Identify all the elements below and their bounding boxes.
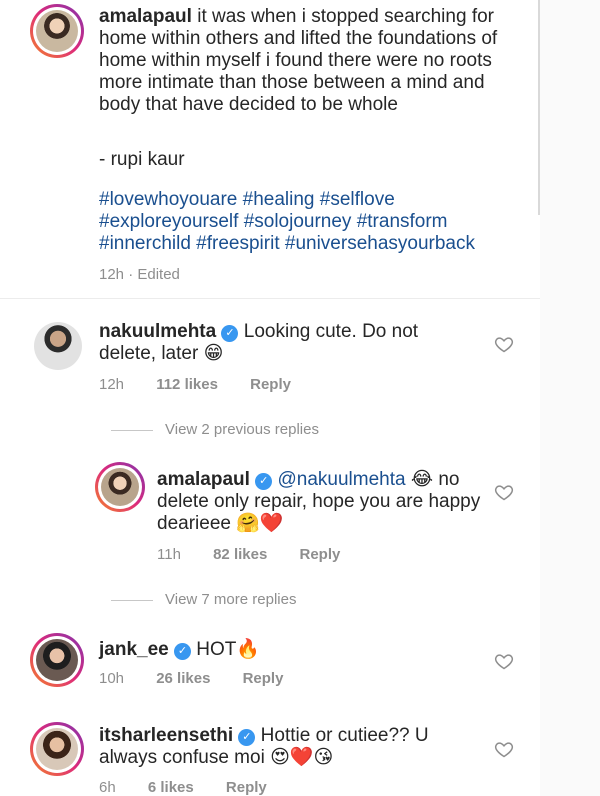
like-heart-icon[interactable] [494, 334, 514, 354]
like-heart-icon[interactable] [494, 739, 514, 759]
comment-body: HOT🔥 [196, 639, 261, 660]
comment-text: itsharleensethi ✓ Hottie or cutiee?? U a… [99, 725, 439, 769]
dash-divider [111, 599, 153, 601]
caption-avatar[interactable] [30, 4, 84, 58]
reply-button[interactable]: Reply [243, 670, 284, 687]
comment-avatar[interactable] [30, 722, 84, 776]
verified-badge-icon: ✓ [174, 643, 192, 660]
view-more-replies-label: View 7 more replies [165, 591, 297, 608]
reply-button[interactable]: Reply [226, 779, 267, 796]
comment-username[interactable]: nakuulmehta [99, 321, 216, 342]
reply-text: amalapaul ✓ @nakuulmehta 😂 no delete onl… [157, 469, 487, 535]
reply-meta: 11h 82 likes Reply [157, 546, 368, 563]
comment-time: 12h [99, 376, 125, 393]
comment-username[interactable]: itsharleensethi [99, 725, 233, 746]
caption-block: amalapaul it was when i stopped searchin… [0, 0, 540, 300]
comment-likes[interactable]: 26 likes [156, 670, 210, 687]
comment-text: nakuulmehta ✓ Looking cute. Do not delet… [99, 321, 459, 365]
reply-avatar[interactable] [95, 462, 145, 512]
comment-likes[interactable]: 112 likes [156, 376, 218, 393]
comment-likes[interactable]: 6 likes [148, 779, 194, 796]
row-divider [0, 298, 540, 299]
reply-button[interactable]: Reply [250, 376, 291, 393]
comment-avatar[interactable] [30, 633, 84, 687]
reply-username[interactable]: amalapaul [157, 469, 250, 490]
comment-text: jank_ee ✓ HOT🔥 [99, 639, 459, 661]
view-previous-replies[interactable]: View 2 previous replies [111, 421, 319, 438]
like-heart-icon[interactable] [494, 651, 514, 671]
comment-time: 10h [99, 670, 125, 687]
comment-time: 6h [99, 779, 116, 796]
dash-divider [111, 429, 153, 431]
view-more-replies[interactable]: View 7 more replies [111, 591, 296, 608]
comment-meta: 10h 26 likes Reply [99, 670, 311, 687]
view-previous-replies-label: View 2 previous replies [165, 421, 319, 438]
caption-username[interactable]: amalapaul [99, 6, 192, 27]
verified-badge-icon: ✓ [255, 473, 273, 490]
reply-mention[interactable]: @nakuulmehta [278, 469, 406, 490]
comment-meta: 6h 6 likes Reply [99, 779, 295, 796]
comment-username[interactable]: jank_ee [99, 639, 169, 660]
like-heart-icon[interactable] [494, 482, 514, 502]
verified-badge-icon: ✓ [238, 729, 256, 746]
caption-attribution: - rupi kaur [99, 149, 185, 170]
comment-avatar[interactable] [34, 322, 82, 370]
instagram-comments-page: amalapaul it was when i stopped searchin… [0, 0, 600, 796]
caption-meta: 12h · Edited [99, 266, 180, 283]
reply-likes[interactable]: 82 likes [213, 546, 267, 563]
reply-time: 11h [157, 546, 181, 563]
caption-hashtags[interactable]: #lovewhoyouare #healing #selflove #explo… [99, 189, 529, 255]
verified-badge-icon: ✓ [221, 325, 239, 342]
side-strip [540, 0, 600, 796]
reply-button[interactable]: Reply [299, 546, 340, 563]
caption-text: amalapaul it was when i stopped searchin… [99, 6, 529, 116]
comment-meta: 12h 112 likes Reply [99, 376, 319, 393]
